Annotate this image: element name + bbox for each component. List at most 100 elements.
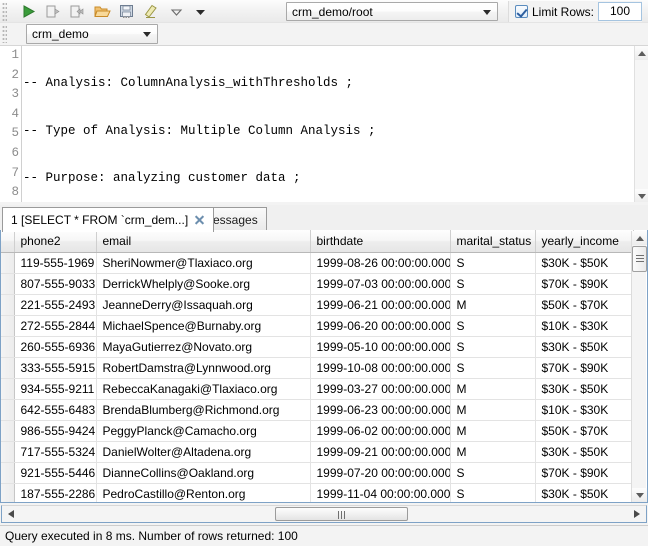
catalog-select[interactable]: crm_demo/root (286, 2, 498, 21)
table-cell-yearly-income[interactable]: $10K - $30K (535, 315, 633, 336)
row-header-cell[interactable] (1, 441, 14, 462)
table-cell-marital-status[interactable]: M (450, 378, 535, 399)
table-row[interactable]: 986-555-9424PeggyPlanck@Camacho.org1999-… (1, 420, 633, 441)
execute-step-button[interactable] (42, 2, 63, 21)
table-cell-birthdate[interactable]: 1999-08-26 00:00:00.000 (310, 252, 450, 273)
table-cell-email[interactable]: RobertDamstra@Lynnwood.org (96, 357, 310, 378)
row-header-cell[interactable] (1, 399, 14, 420)
toolbar-drag-grip[interactable] (2, 2, 7, 21)
table-row[interactable]: 187-555-2286PedroCastillo@Renton.org1999… (1, 483, 633, 503)
row-header-cell[interactable] (1, 252, 14, 273)
editor-vertical-scrollbar[interactable] (634, 46, 648, 202)
table-row[interactable]: 333-555-5915RobertDamstra@Lynnwood.org19… (1, 357, 633, 378)
row-header-cell[interactable] (1, 357, 14, 378)
clear-editor-button[interactable] (140, 2, 161, 21)
table-cell-phone2[interactable]: 717-555-5324 (14, 441, 96, 462)
row-header-cell[interactable] (1, 462, 14, 483)
limit-rows-input[interactable]: 100 (598, 2, 642, 21)
sql-code-area[interactable]: -- Analysis: ColumnAnalysis_withThreshol… (23, 46, 634, 202)
table-cell-yearly-income[interactable]: $70K - $90K (535, 357, 633, 378)
execute-sql-button[interactable] (18, 2, 39, 21)
table-cell-birthdate[interactable]: 1999-06-21 00:00:00.000 (310, 294, 450, 315)
limit-rows-checkbox[interactable] (515, 5, 528, 18)
table-cell-phone2[interactable]: 934-555-9211 (14, 378, 96, 399)
triangle-right-icon[interactable] (634, 510, 640, 518)
schema-select[interactable]: crm_demo (26, 24, 158, 44)
row-header-cell[interactable] (1, 315, 14, 336)
table-cell-phone2[interactable]: 187-555-2286 (14, 483, 96, 503)
table-row[interactable]: 934-555-9211RebeccaKanagaki@Tlaxiaco.org… (1, 378, 633, 399)
table-cell-marital-status[interactable]: S (450, 483, 535, 503)
history-dropdown-button[interactable] (166, 2, 187, 21)
table-cell-email[interactable]: PeggyPlanck@Camacho.org (96, 420, 310, 441)
table-cell-birthdate[interactable]: 1999-06-23 00:00:00.000 (310, 399, 450, 420)
table-cell-yearly-income[interactable]: $30K - $50K (535, 378, 633, 399)
row-header-cell[interactable] (1, 483, 14, 503)
table-cell-birthdate[interactable]: 1999-07-03 00:00:00.000 (310, 273, 450, 294)
table-cell-yearly-income[interactable]: $30K - $50K (535, 252, 633, 273)
table-cell-marital-status[interactable]: S (450, 315, 535, 336)
grid-scroll-up-button[interactable] (632, 231, 647, 245)
table-cell-phone2[interactable]: 260-555-6936 (14, 336, 96, 357)
table-cell-birthdate[interactable]: 1999-09-21 00:00:00.000 (310, 441, 450, 462)
table-cell-yearly-income[interactable]: $50K - $70K (535, 294, 633, 315)
table-cell-phone2[interactable]: 272-555-2844 (14, 315, 96, 336)
table-cell-marital-status[interactable]: S (450, 336, 535, 357)
table-cell-marital-status[interactable]: M (450, 294, 535, 315)
table-cell-marital-status[interactable]: S (450, 273, 535, 294)
table-cell-email[interactable]: MayaGutierrez@Novato.org (96, 336, 310, 357)
table-cell-phone2[interactable]: 642-555-6483 (14, 399, 96, 420)
table-cell-birthdate[interactable]: 1999-07-20 00:00:00.000 (310, 462, 450, 483)
table-cell-yearly-income[interactable]: $30K - $50K (535, 441, 633, 462)
table-row[interactable]: 642-555-6483BrendaBlumberg@Richmond.org1… (1, 399, 633, 420)
table-cell-email[interactable]: DanielWolter@Altadena.org (96, 441, 310, 462)
table-cell-birthdate[interactable]: 1999-03-27 00:00:00.000 (310, 378, 450, 399)
horizontal-scroll-thumb[interactable] (275, 507, 408, 521)
column-header-marital-status[interactable]: marital_status (450, 230, 535, 252)
table-cell-email[interactable]: DianneCollins@Oakland.org (96, 462, 310, 483)
open-file-button[interactable] (92, 2, 113, 21)
table-cell-yearly-income[interactable]: $30K - $50K (535, 336, 633, 357)
table-cell-phone2[interactable]: 807-555-9033 (14, 273, 96, 294)
table-row[interactable]: 807-555-9033DerrickWhelply@Sooke.org1999… (1, 273, 633, 294)
table-row[interactable]: 221-555-2493JeanneDerry@Issaquah.org1999… (1, 294, 633, 315)
table-cell-yearly-income[interactable]: $70K - $90K (535, 462, 633, 483)
table-cell-phone2[interactable]: 333-555-5915 (14, 357, 96, 378)
table-cell-yearly-income[interactable]: $70K - $90K (535, 273, 633, 294)
table-cell-marital-status[interactable]: M (450, 441, 535, 462)
triangle-left-icon[interactable] (8, 510, 14, 518)
table-cell-birthdate[interactable]: 1999-11-04 00:00:00.000 (310, 483, 450, 503)
table-cell-email[interactable]: SheriNowmer@Tlaxiaco.org (96, 252, 310, 273)
secondary-toolbar-drag-grip[interactable] (2, 25, 7, 43)
column-header-birthdate[interactable]: birthdate (310, 230, 450, 252)
table-cell-email[interactable]: DerrickWhelply@Sooke.org (96, 273, 310, 294)
grid-horizontal-scrollbar[interactable] (1, 505, 647, 523)
sql-editor[interactable]: 1 2 3 4 5 6 7 8 -- Analysis: ColumnAnaly… (0, 45, 648, 202)
scroll-up-button[interactable] (635, 46, 648, 60)
table-cell-birthdate[interactable]: 1999-05-10 00:00:00.000 (310, 336, 450, 357)
table-cell-email[interactable]: BrendaBlumberg@Richmond.org (96, 399, 310, 420)
table-row[interactable]: 272-555-2844MichaelSpence@Burnaby.org199… (1, 315, 633, 336)
column-header-email[interactable]: email (96, 230, 310, 252)
table-cell-marital-status[interactable]: M (450, 399, 535, 420)
table-cell-email[interactable]: JeanneDerry@Issaquah.org (96, 294, 310, 315)
table-cell-marital-status[interactable]: S (450, 462, 535, 483)
table-cell-phone2[interactable]: 119-555-1969 (14, 252, 96, 273)
grid-scroll-thumb[interactable] (632, 246, 647, 272)
overflow-menu-button[interactable] (190, 2, 211, 21)
tab-result-1[interactable]: 1 [SELECT * FROM `crm_dem...] (2, 207, 214, 232)
table-cell-birthdate[interactable]: 1999-06-02 00:00:00.000 (310, 420, 450, 441)
table-row[interactable]: 717-555-5324DanielWolter@Altadena.org199… (1, 441, 633, 462)
row-header-cell[interactable] (1, 273, 14, 294)
table-cell-yearly-income[interactable]: $50K - $70K (535, 420, 633, 441)
row-header-cell[interactable] (1, 420, 14, 441)
table-cell-phone2[interactable]: 921-555-5446 (14, 462, 96, 483)
table-cell-email[interactable]: RebeccaKanagaki@Tlaxiaco.org (96, 378, 310, 399)
column-header-yearly-income[interactable]: yearly_income (535, 230, 633, 252)
table-cell-marital-status[interactable]: M (450, 420, 535, 441)
table-row[interactable]: 260-555-6936MayaGutierrez@Novato.org1999… (1, 336, 633, 357)
table-cell-email[interactable]: MichaelSpence@Burnaby.org (96, 315, 310, 336)
close-icon[interactable] (194, 215, 205, 226)
table-cell-marital-status[interactable]: S (450, 357, 535, 378)
save-file-button[interactable] (116, 2, 137, 21)
